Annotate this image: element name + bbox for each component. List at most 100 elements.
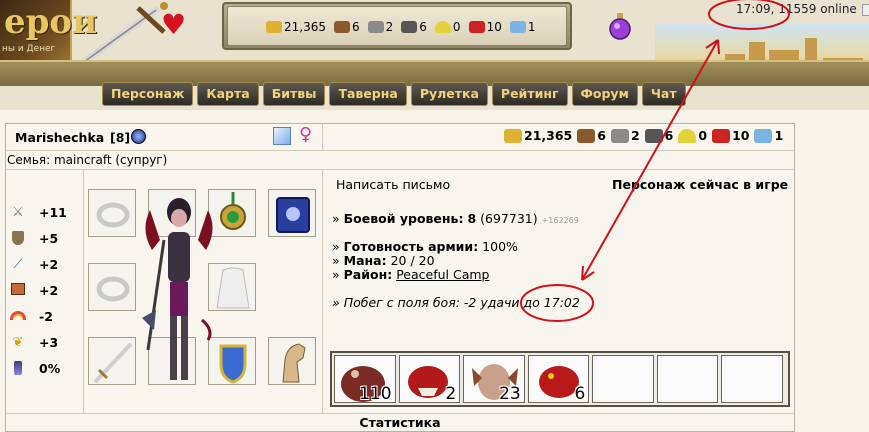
escape-time: 17:02 bbox=[543, 295, 580, 310]
army-slot-2[interactable]: 2 bbox=[398, 355, 461, 403]
game-header: ерои ны и Денег ♥ 21,365 6 2 6 0 10 1 17… bbox=[0, 0, 869, 110]
server-clock: 17:09, 11559 online bbox=[736, 2, 857, 16]
army-slot-5[interactable] bbox=[592, 355, 654, 403]
district-link[interactable]: Peaceful Camp bbox=[396, 267, 489, 282]
mercury-icon bbox=[644, 128, 663, 143]
shield-icon bbox=[219, 344, 247, 384]
combat-exp-plus: +162269 bbox=[541, 216, 579, 225]
army-ready-value: 100% bbox=[482, 239, 518, 254]
army-slot-3[interactable]: 23 bbox=[463, 355, 525, 403]
stat-initiative: 0% bbox=[9, 359, 60, 379]
ore-value: 2 bbox=[385, 20, 394, 34]
online-status: Персонаж сейчас в игре bbox=[612, 177, 789, 192]
army-count-1: 110 bbox=[359, 384, 392, 403]
spellbook-icon bbox=[276, 197, 310, 233]
army-slot-6[interactable] bbox=[656, 355, 719, 403]
gems-icon bbox=[754, 128, 773, 143]
gems-value: 1 bbox=[774, 128, 784, 143]
gems-value: 1 bbox=[527, 20, 536, 34]
potion-icon[interactable] bbox=[608, 12, 632, 40]
sulfur-value: 0 bbox=[452, 20, 461, 34]
crystal-value: 10 bbox=[486, 20, 502, 34]
stat-spellpower: ⟋ +2 bbox=[9, 255, 58, 275]
crystal-icon bbox=[468, 21, 485, 33]
combat-exp: (697731) bbox=[480, 211, 538, 226]
morale-icon: ❦ bbox=[12, 335, 24, 350]
equip-slot-book[interactable] bbox=[268, 189, 316, 237]
gems-icon bbox=[509, 21, 526, 33]
army-slot-1[interactable]: 110 bbox=[334, 355, 396, 403]
army-ready-line: » Готовность армии: 100% bbox=[332, 239, 518, 254]
equip-slot-mount[interactable] bbox=[268, 337, 316, 385]
character-avatar[interactable] bbox=[142, 190, 216, 390]
menu-item-chat[interactable]: Чат bbox=[641, 82, 686, 106]
menu-item-character[interactable]: Персонаж bbox=[102, 82, 194, 106]
character-name[interactable]: Marishechka bbox=[15, 130, 104, 145]
equip-slot-weapon[interactable] bbox=[88, 337, 136, 385]
gold-value: 21,365 bbox=[284, 20, 326, 34]
escape-text: Побег с поля боя: -2 удачи до bbox=[343, 295, 540, 310]
mana-line: » Мана: 20 / 20 bbox=[332, 253, 435, 268]
army-slot-4[interactable]: 6 bbox=[527, 355, 590, 403]
female-gender-icon: ♀ bbox=[299, 124, 313, 145]
equip-slot-ring-1[interactable] bbox=[88, 189, 136, 237]
gold-icon bbox=[504, 128, 522, 143]
ring-icon bbox=[96, 276, 130, 302]
wood-icon bbox=[334, 21, 350, 33]
menu-item-map[interactable]: Карта bbox=[197, 82, 259, 106]
escape-line: » Побег с поля боя: -2 удачи до 17:02 bbox=[332, 295, 580, 310]
wood-value: 6 bbox=[352, 20, 360, 34]
ore-value: 2 bbox=[630, 128, 640, 143]
army-ready-label: Готовность армии: bbox=[343, 239, 479, 254]
ring-icon bbox=[96, 202, 130, 228]
family-info[interactable]: Семья: maincraft (супруг) bbox=[7, 153, 167, 167]
mercury-value: 6 bbox=[419, 20, 427, 34]
sulfur-value: 0 bbox=[698, 128, 708, 143]
character-resources: 21,365 6 2 6 0 10 1 bbox=[504, 128, 788, 143]
menu-item-roulette[interactable]: Рулетка bbox=[410, 82, 488, 106]
mercury-value: 6 bbox=[664, 128, 674, 143]
army-slot-7[interactable] bbox=[721, 355, 784, 403]
stat-luck: -2 bbox=[9, 307, 53, 327]
ore-icon bbox=[367, 21, 384, 33]
photo-icon[interactable] bbox=[273, 127, 291, 145]
combat-level-line: » Боевой уровень: 8 (697731) +162269 bbox=[332, 211, 579, 226]
defense-icon bbox=[9, 231, 27, 247]
heart-icon[interactable]: ♥ bbox=[161, 11, 186, 39]
knowledge-icon bbox=[9, 283, 27, 299]
district-label: Район: bbox=[343, 267, 393, 282]
stat-knowledge: +2 bbox=[9, 281, 58, 301]
stat-morale: ❦ +3 bbox=[9, 333, 59, 353]
clan-icon[interactable] bbox=[131, 129, 146, 144]
combat-level-label: Боевой уровень: bbox=[343, 211, 464, 226]
equip-slot-ring-2[interactable] bbox=[88, 263, 136, 311]
logo-subtitle: ны и Денег bbox=[2, 44, 56, 54]
wood-value: 6 bbox=[597, 128, 606, 143]
army-count-3: 23 bbox=[499, 384, 521, 403]
ore-icon bbox=[610, 128, 629, 143]
luck-icon bbox=[9, 309, 27, 325]
menu-item-rating[interactable]: Рейтинг bbox=[491, 82, 568, 106]
statistics-tab[interactable]: Статистика bbox=[6, 413, 794, 432]
stat-attack: ⚔ +11 bbox=[9, 203, 67, 223]
menu-item-battles[interactable]: Битвы bbox=[262, 82, 326, 106]
sulfur-icon bbox=[678, 128, 697, 143]
army-count-2: 2 bbox=[445, 384, 457, 403]
army-panel: 110 2 23 6 bbox=[330, 351, 790, 407]
horse-icon bbox=[282, 343, 306, 383]
army-count-4: 6 bbox=[574, 384, 586, 403]
stat-defense: +5 bbox=[9, 229, 58, 249]
crystal-icon bbox=[712, 128, 731, 143]
write-letter-link[interactable]: Написать письмо bbox=[336, 177, 450, 192]
menu-item-tavern[interactable]: Таверна bbox=[329, 82, 407, 106]
wood-icon bbox=[577, 128, 596, 143]
character-profile: Marishechka [8] ♀ 21,365 6 2 6 0 10 1 Се… bbox=[5, 123, 795, 432]
character-level: [8] bbox=[110, 130, 131, 145]
gold-value: 21,365 bbox=[524, 128, 573, 143]
gold-icon bbox=[266, 21, 282, 33]
menu-item-forum[interactable]: Форум bbox=[571, 82, 638, 106]
header-resources: 21,365 6 2 6 0 10 1 bbox=[266, 20, 543, 34]
mercury-icon bbox=[401, 21, 418, 33]
spellpower-icon: ⟋ bbox=[13, 257, 23, 272]
mana-value: 20 / 20 bbox=[390, 253, 435, 268]
